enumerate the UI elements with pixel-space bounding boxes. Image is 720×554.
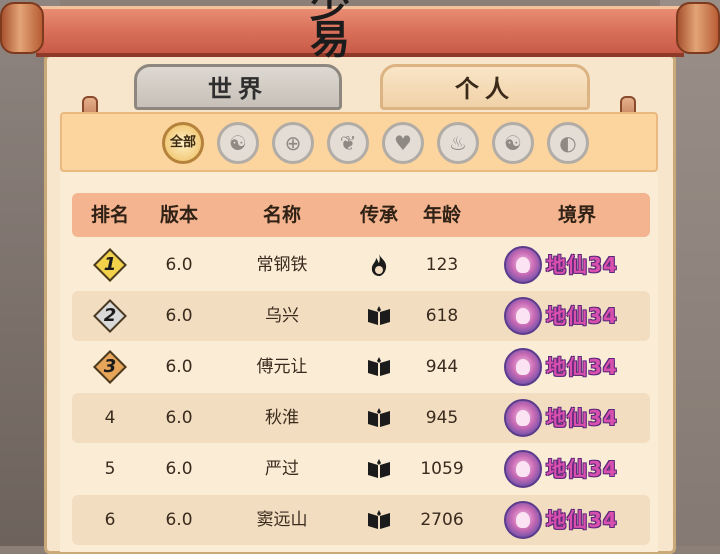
tab-world[interactable]: 世界 <box>134 64 342 110</box>
partial-icon: ◐ <box>559 131 577 155</box>
realm-emblem-icon <box>504 246 542 284</box>
age-cell: 944 <box>425 357 459 377</box>
table-header: 排名 版本 名称 传承 年龄 境界 <box>72 193 650 237</box>
book-icon <box>368 408 390 427</box>
table-row[interactable]: 2 6.0 乌兴 618 地仙34 <box>72 291 650 341</box>
version-cell: 6.0 <box>165 255 193 275</box>
rank-badge-number: 3 <box>103 356 117 377</box>
realm-badge: 地仙34 <box>504 399 624 437</box>
filter-compass-button[interactable]: ⊕ <box>272 122 314 164</box>
filter-all-button[interactable]: 全部 <box>162 122 204 164</box>
rank-badge-number: 1 <box>103 254 117 275</box>
rank-cell: 6 <box>104 510 116 530</box>
flame-icon: ♨ <box>449 131 467 155</box>
scroll-roll-right <box>676 2 720 54</box>
realm-emblem-icon <box>504 399 542 437</box>
rank-badge: 3 <box>93 350 127 384</box>
rank-badge: 2 <box>93 299 127 333</box>
realm-text: 地仙34 <box>546 508 618 532</box>
filter-taiji-button[interactable]: ☯ <box>217 122 259 164</box>
age-cell: 945 <box>425 408 459 428</box>
realm-text: 地仙34 <box>546 406 618 430</box>
filter-book-button[interactable]: ❦ <box>327 122 369 164</box>
rank-cell: 5 <box>104 459 116 479</box>
realm-emblem-icon <box>504 450 542 488</box>
table-row[interactable]: 3 6.0 傅元让 944 地仙34 <box>72 342 650 392</box>
filter-heart-button[interactable]: ♥ <box>382 122 424 164</box>
version-cell: 6.0 <box>165 306 193 326</box>
realm-badge: 地仙34 <box>504 297 624 335</box>
title-scroll-banner: 少 易 <box>0 0 720 62</box>
header-rank: 排名 <box>90 204 130 226</box>
realm-emblem-icon <box>504 501 542 539</box>
realm-text: 地仙34 <box>546 355 618 379</box>
rank-badge: 1 <box>93 248 127 282</box>
header-realm: 境界 <box>557 204 597 226</box>
version-cell: 6.0 <box>165 357 193 377</box>
realm-badge: 地仙34 <box>504 450 624 488</box>
name-cell: 秋淮 <box>265 408 299 428</box>
tab-personal[interactable]: 个人 <box>380 64 590 110</box>
scroll-roll-left <box>0 2 44 54</box>
age-cell: 618 <box>425 306 459 326</box>
realm-badge: 地仙34 <box>504 246 624 284</box>
realm-badge: 地仙34 <box>504 348 624 386</box>
rank-cell: 4 <box>104 408 116 428</box>
book-icon <box>368 459 390 478</box>
compass-icon: ⊕ <box>284 131 302 155</box>
book-icon <box>368 306 390 325</box>
age-cell: 2706 <box>420 510 464 530</box>
filter-strip: 全部 ☯ ⊕ ❦ ♥ ♨ ☯ ◐ <box>60 112 658 172</box>
realm-text: 地仙34 <box>546 457 618 481</box>
book-icon <box>368 357 390 376</box>
realm-emblem-icon <box>504 348 542 386</box>
table-row[interactable]: 5 6.0 严过 1059 地仙34 <box>72 444 650 494</box>
taiji-icon: ☯ <box>229 131 247 155</box>
filter-partial-button[interactable]: ◐ <box>547 122 589 164</box>
name-cell: 乌兴 <box>265 306 299 326</box>
flame-icon <box>371 254 387 276</box>
header-name: 名称 <box>262 204 302 226</box>
filter-flame-button[interactable]: ♨ <box>437 122 479 164</box>
header-inheritance: 传承 <box>359 204 399 226</box>
header-version: 版本 <box>159 204 199 226</box>
filter-yinyang-button[interactable]: ☯ <box>492 122 534 164</box>
name-cell: 傅元让 <box>256 357 308 377</box>
header-age: 年龄 <box>422 204 462 226</box>
name-cell: 严过 <box>265 459 299 479</box>
version-cell: 6.0 <box>165 408 193 428</box>
table-row[interactable]: 4 6.0 秋淮 945 地仙34 <box>72 393 650 443</box>
table-row[interactable]: 6 6.0 窦远山 2706 地仙34 <box>72 495 650 545</box>
yin-yang-icon: ☯ <box>504 131 522 155</box>
book-icon <box>368 510 390 529</box>
age-cell: 1059 <box>420 459 464 479</box>
book-icon: ❦ <box>339 131 357 155</box>
name-cell: 常钢铁 <box>256 255 308 275</box>
realm-text: 地仙34 <box>546 253 618 277</box>
version-cell: 6.0 <box>165 459 193 479</box>
banner-title: 少 易 <box>310 0 410 63</box>
table-row[interactable]: 1 6.0 常钢铁 123 地仙34 <box>72 240 650 290</box>
heart-icon: ♥ <box>394 131 412 155</box>
realm-text: 地仙34 <box>546 304 618 328</box>
age-cell: 123 <box>425 255 459 275</box>
name-cell: 窦远山 <box>256 510 308 530</box>
version-cell: 6.0 <box>165 510 193 530</box>
realm-emblem-icon <box>504 297 542 335</box>
rank-badge-number: 2 <box>103 305 117 326</box>
realm-badge: 地仙34 <box>504 501 624 539</box>
